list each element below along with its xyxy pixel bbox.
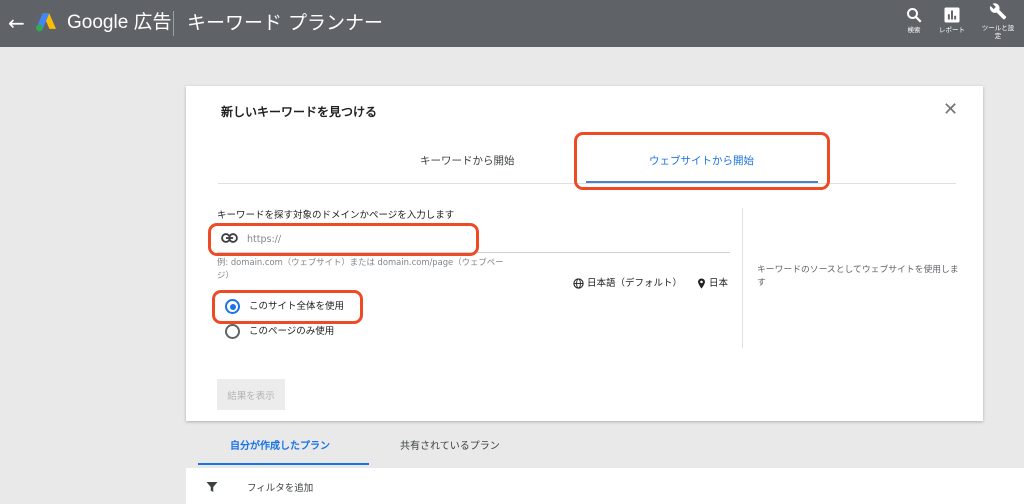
domain-input-label: キーワードを探す対象のドメインかページを入力します	[217, 210, 455, 221]
filter-icon	[206, 482, 218, 492]
url-hint: 例: domain.com（ウェブサイト）または domain.com/page…	[217, 257, 504, 280]
report-tool-label: レポート	[939, 26, 965, 34]
tab-start-with-keywords[interactable]: キーワードから開始	[420, 154, 515, 168]
radio-unchecked-icon[interactable]	[225, 324, 240, 339]
search-tool-label: 検索	[907, 26, 921, 34]
filter-bar[interactable]: フィルタを追加	[186, 468, 1024, 504]
google-ads-logo-icon	[36, 13, 56, 32]
tools-settings-label-line2: 定	[994, 32, 1002, 40]
title-divider	[173, 11, 174, 36]
report-tool-button[interactable]: レポート	[934, 6, 970, 42]
radio-this-page-only[interactable]: このページのみ使用	[225, 324, 334, 339]
get-results-button[interactable]: 結果を表示	[217, 379, 285, 410]
search-tool-button[interactable]: 検索	[898, 6, 930, 42]
tools-settings-label-line1: ツールと設	[981, 24, 1015, 32]
language-label: 日本語（デフォルト）	[587, 278, 683, 289]
highlight-url-input	[208, 223, 479, 256]
language-selector[interactable]: 日本語（デフォルト）	[573, 277, 682, 290]
globe-icon	[573, 278, 584, 289]
wrench-icon	[989, 3, 1007, 20]
top-app-bar: ← Google 広告 キーワード プランナー 検索 レポート ツールと設 定	[0, 0, 1024, 47]
location-label: 日本	[709, 278, 729, 289]
location-pin-icon	[698, 278, 705, 289]
plan-tab-indicator	[198, 463, 369, 465]
tools-settings-button[interactable]: ツールと設 定	[978, 2, 1018, 40]
brand-name: Google 広告	[67, 12, 172, 33]
add-filter-label: フィルタを追加	[247, 483, 314, 494]
tab-my-plans[interactable]: 自分が作成したプラン	[230, 440, 330, 454]
tab-shared-plans[interactable]: 共有されているプラン	[400, 440, 500, 454]
highlight-website-tab	[574, 132, 830, 190]
close-icon[interactable]: ✕	[943, 101, 958, 119]
report-icon	[944, 7, 960, 23]
back-arrow-icon[interactable]: ←	[8, 11, 28, 35]
vertical-separator	[742, 208, 743, 348]
side-description: キーワードのソースとしてウェブサイトを使用します	[757, 265, 959, 288]
radio-this-page-only-label: このページのみ使用	[249, 326, 335, 337]
card-title: 新しいキーワードを見つける	[221, 105, 378, 119]
search-icon	[907, 8, 922, 23]
page-title: キーワード プランナー	[187, 12, 384, 34]
location-selector[interactable]: 日本	[697, 277, 728, 290]
highlight-whole-site-radio	[212, 290, 363, 324]
